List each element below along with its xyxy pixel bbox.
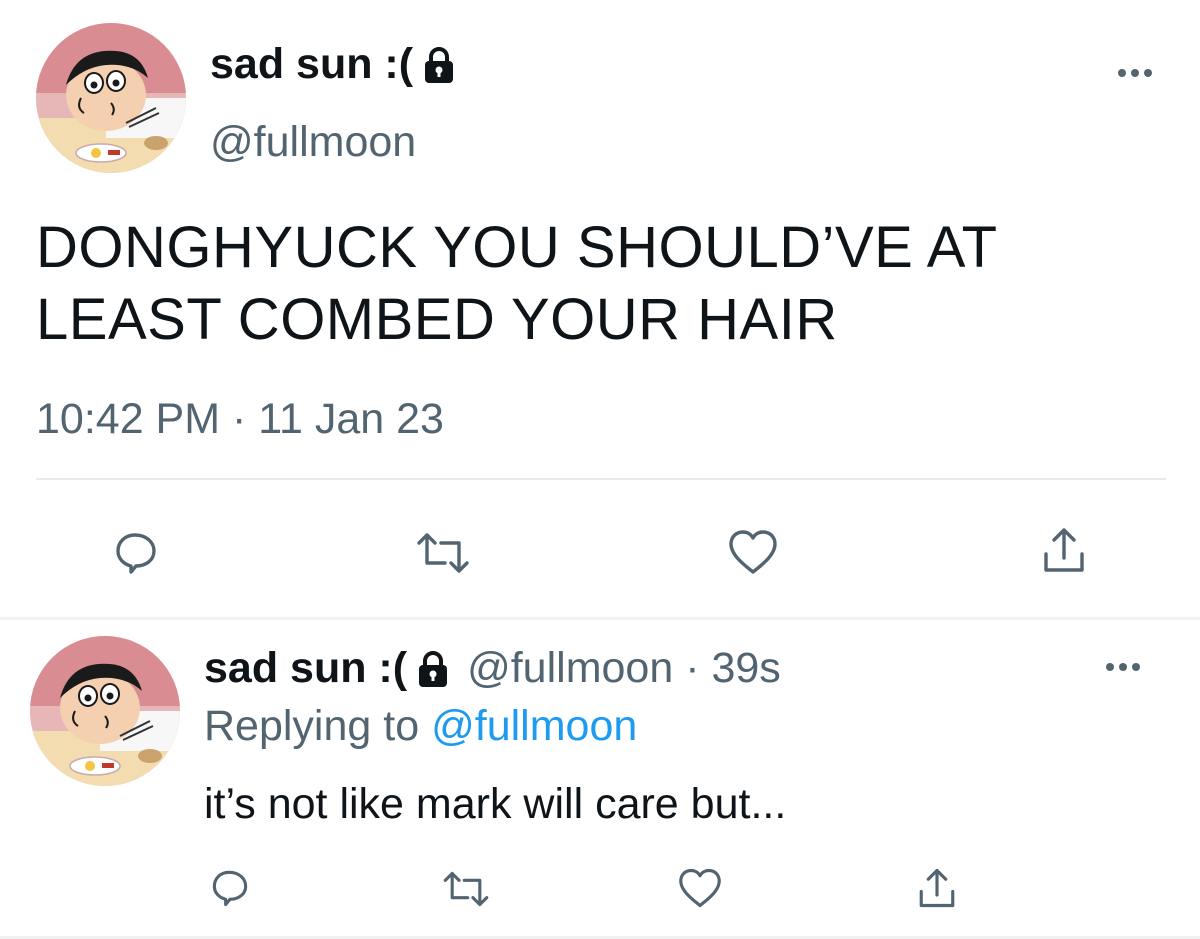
share-icon[interactable] — [912, 862, 962, 914]
tweet-text: DONGHYUCK YOU SHOULD’VE AT LEAST COMBED … — [36, 215, 997, 352]
lock-icon — [419, 45, 459, 85]
display-name[interactable]: sad sun :( — [204, 644, 407, 693]
display-name[interactable]: sad sun :( — [210, 40, 459, 89]
reply-icon[interactable] — [206, 865, 254, 911]
avatar-image — [36, 23, 186, 173]
tweet-timestamp[interactable]: 10:42 PM · 11 Jan 23 — [36, 395, 444, 444]
retweet-icon[interactable] — [408, 525, 478, 581]
display-name-text: sad sun :( — [210, 40, 414, 88]
replying-prefix: Replying to — [204, 702, 420, 750]
divider — [0, 617, 1200, 620]
tweet-thread: sad sun :( @fullmoon DONGHYUCK YOU SHOUL… — [0, 0, 1200, 939]
more-icon[interactable] — [1106, 663, 1140, 671]
avatar[interactable] — [30, 636, 180, 786]
share-icon[interactable] — [1034, 520, 1094, 580]
reply-icon[interactable] — [106, 525, 166, 581]
like-icon[interactable] — [722, 522, 784, 582]
avatar-image — [30, 636, 180, 786]
like-icon[interactable] — [674, 864, 726, 912]
user-handle[interactable]: @fullmoon — [210, 118, 416, 167]
replying-to: Replying to @fullmoon — [204, 702, 637, 751]
tweet-text: it’s not like mark will care but... — [204, 780, 787, 828]
handle-time[interactable]: @fullmoon · 39s — [467, 644, 781, 693]
divider — [36, 478, 1166, 480]
more-icon[interactable] — [1118, 69, 1152, 77]
lock-icon — [413, 649, 453, 689]
avatar[interactable] — [36, 23, 186, 173]
mention-link[interactable]: @fullmoon — [431, 702, 637, 750]
reply-header: sad sun :( @fullmoon · 39s — [204, 644, 781, 693]
retweet-icon[interactable] — [436, 866, 496, 912]
